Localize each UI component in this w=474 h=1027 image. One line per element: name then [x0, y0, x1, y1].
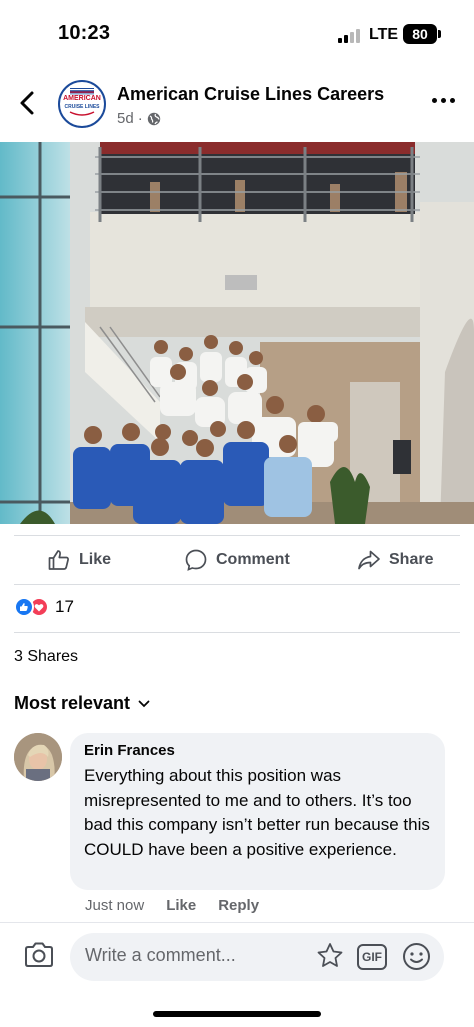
- reactions-summary[interactable]: 17: [14, 597, 74, 617]
- comment-author[interactable]: Erin Frances: [84, 742, 431, 759]
- network-type: LTE: [369, 26, 399, 43]
- sticker-icon: [317, 943, 343, 967]
- status-bar: 10:23 LTE 80: [0, 0, 474, 62]
- back-button[interactable]: [16, 90, 40, 116]
- post-photo[interactable]: [0, 142, 474, 524]
- shares-count[interactable]: 3 Shares: [14, 648, 78, 666]
- share-arrow-icon: [358, 550, 380, 570]
- divider: [14, 535, 460, 536]
- comment-sort-dropdown[interactable]: Most relevant: [14, 693, 150, 714]
- comment-time: Just now: [85, 897, 145, 914]
- comment-bubble[interactable]: Erin Frances Everything about this posit…: [70, 733, 445, 890]
- comment-button[interactable]: Comment: [184, 548, 290, 572]
- comment-meta: Just now Like Reply: [85, 897, 259, 914]
- like-label: Like: [79, 551, 112, 568]
- divider: [14, 632, 460, 633]
- battery-level: 80: [412, 26, 428, 42]
- status-time: 10:23: [58, 22, 111, 44]
- emoji-button[interactable]: [402, 942, 431, 971]
- like-reaction-icon: [14, 597, 34, 617]
- avatar-logo-subtext: CRUISE LINES: [64, 104, 100, 110]
- comment-label: Comment: [216, 551, 290, 568]
- post-age[interactable]: 5d: [117, 110, 134, 127]
- post-actions: Like Comment Share: [0, 540, 474, 582]
- post-meta: 5d ·: [117, 110, 161, 127]
- more-options-button[interactable]: [432, 98, 456, 106]
- comment-reply-button[interactable]: Reply: [218, 897, 259, 914]
- smiley-icon: [403, 943, 430, 970]
- post-header: AMERICAN CRUISE LINES American Cruise Li…: [0, 72, 474, 134]
- chevron-down-icon: [138, 700, 150, 707]
- share-button[interactable]: Share: [357, 548, 433, 572]
- comment-bubble-icon: [185, 549, 207, 571]
- sticker-button[interactable]: [315, 941, 345, 971]
- page-avatar[interactable]: AMERICAN CRUISE LINES: [58, 80, 106, 128]
- battery-icon: 80: [403, 24, 437, 44]
- reaction-count: 17: [55, 597, 74, 616]
- commenter-avatar[interactable]: [14, 733, 62, 781]
- camera-button[interactable]: [23, 941, 55, 969]
- comment-text: Everything about this position was misre…: [84, 766, 430, 859]
- cellular-signal-icon: [338, 27, 362, 43]
- comment-like-button[interactable]: Like: [166, 897, 196, 914]
- camera-icon: [25, 942, 53, 967]
- globe-icon: [147, 112, 160, 125]
- sort-label: Most relevant: [14, 693, 131, 713]
- chevron-left-icon: [20, 91, 34, 115]
- divider: [14, 584, 460, 585]
- like-button[interactable]: Like: [47, 548, 111, 572]
- page-name[interactable]: American Cruise Lines Careers: [117, 84, 384, 105]
- avatar-logo-text: AMERICAN: [63, 95, 101, 102]
- comment-input-placeholder[interactable]: Write a comment...: [85, 945, 236, 966]
- thumbs-up-icon: [48, 550, 69, 570]
- battery-tip: [438, 30, 441, 38]
- share-label: Share: [389, 551, 434, 568]
- home-indicator[interactable]: [153, 1011, 321, 1017]
- gif-button[interactable]: GIF: [357, 944, 387, 970]
- meta-separator: ·: [137, 110, 143, 127]
- group-photo-image: [0, 142, 474, 524]
- comment-composer: Write a comment... GIF: [0, 922, 474, 992]
